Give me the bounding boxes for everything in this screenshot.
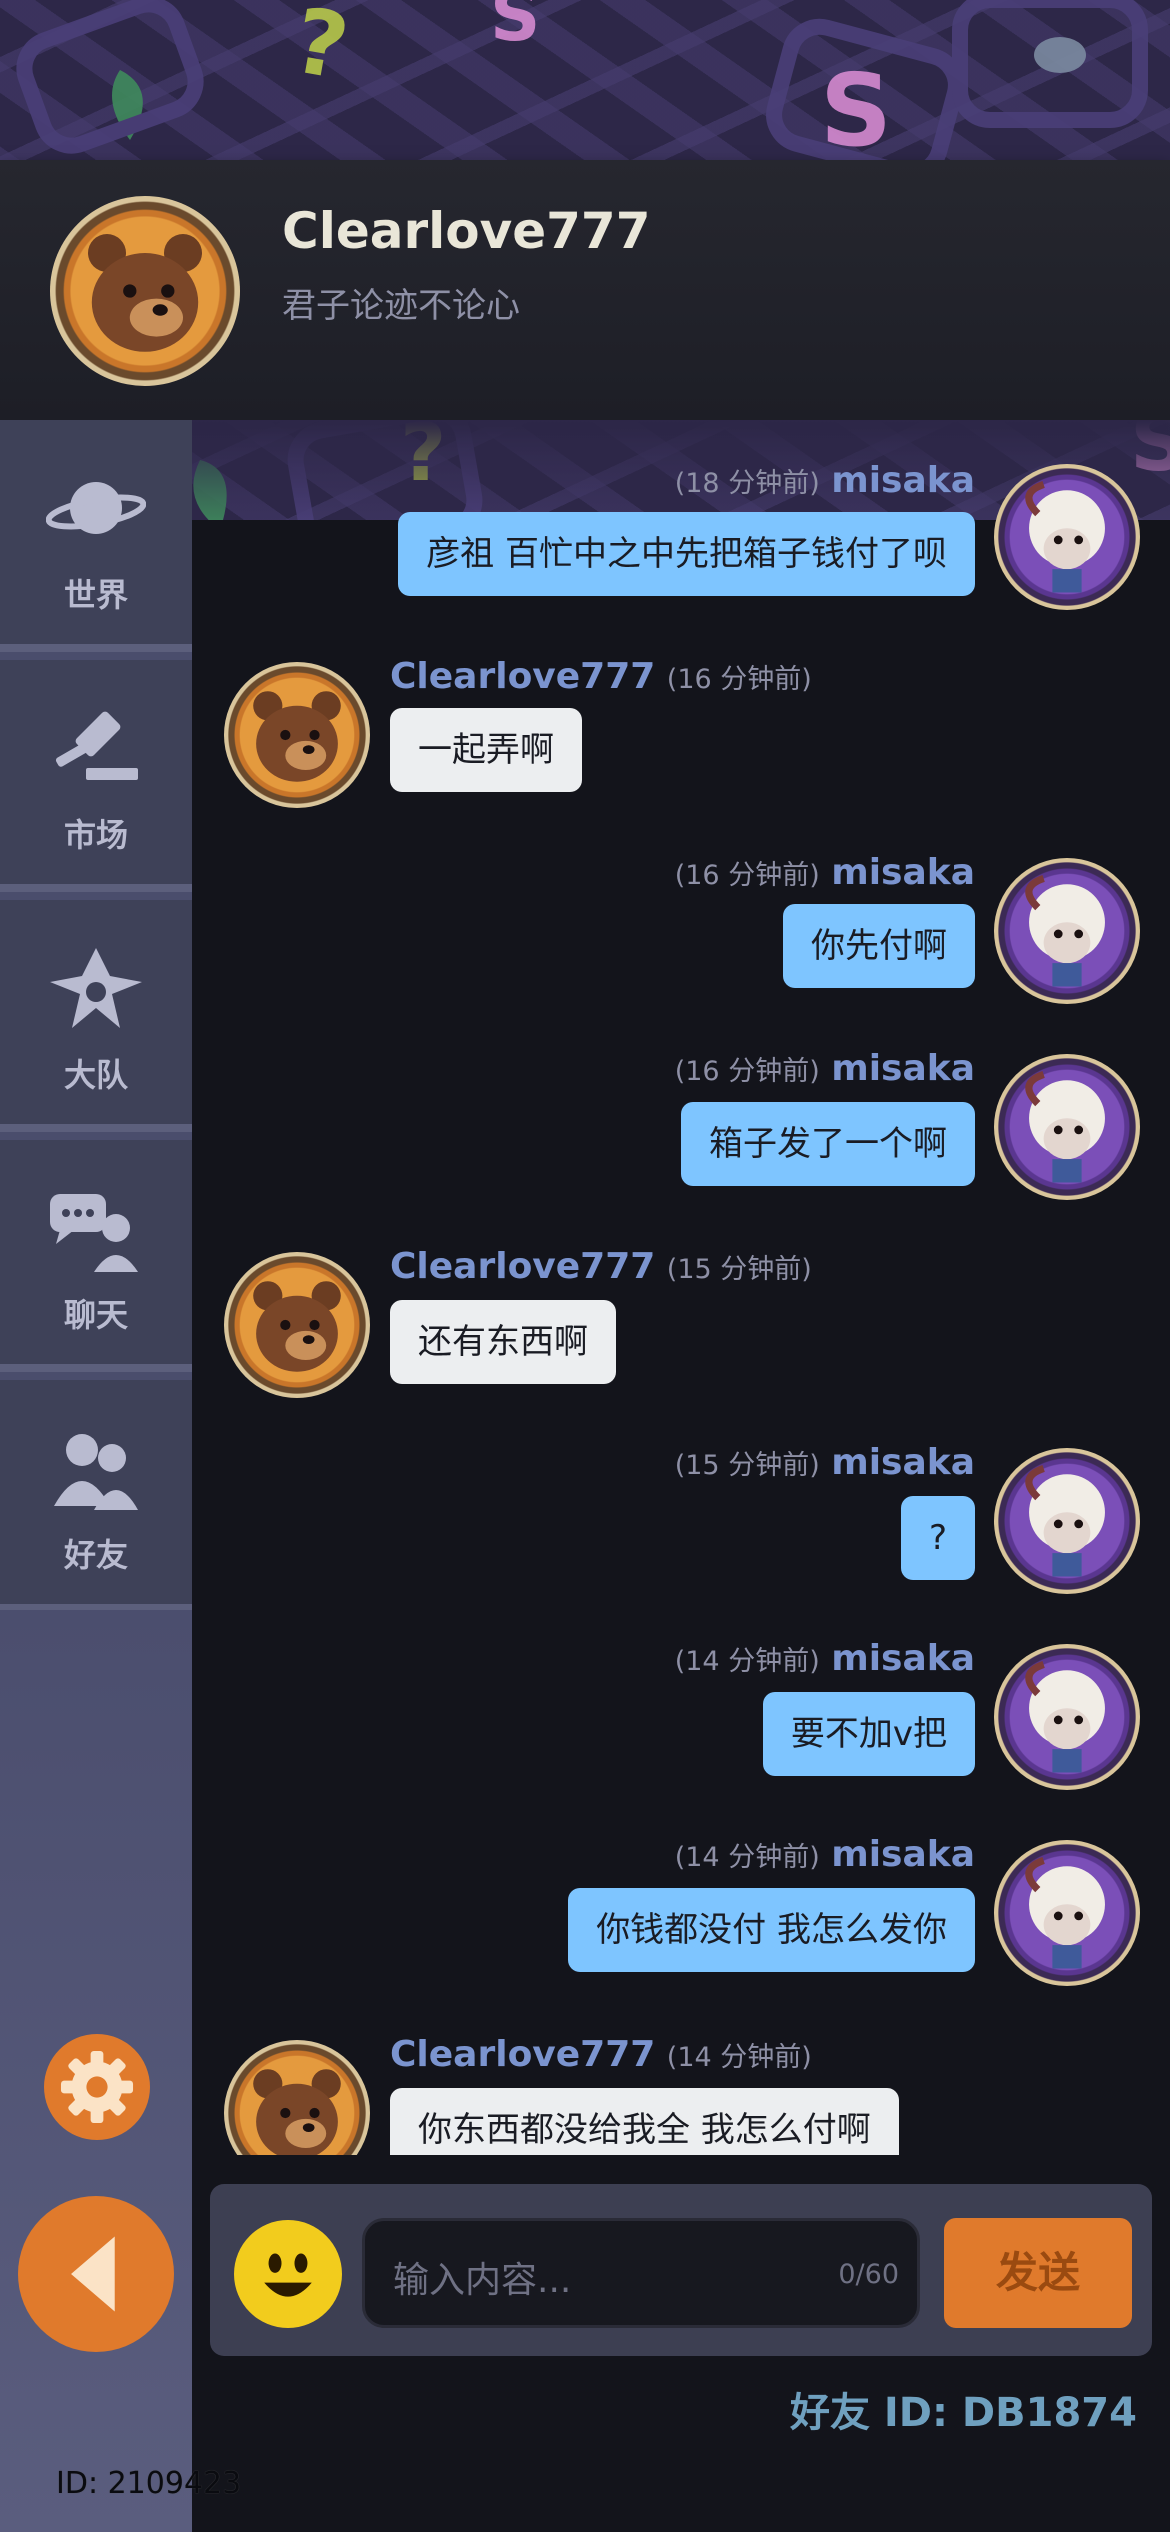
message-sender[interactable]: misaka — [831, 1638, 975, 1679]
svg-text:S: S — [490, 0, 540, 57]
send-button[interactable]: 发送 — [944, 2218, 1132, 2328]
friend-avatar[interactable] — [50, 196, 240, 386]
friend-id-label: 好友 ID: DB1874 — [790, 2390, 1137, 2436]
sidebar-item-friends[interactable]: 好友 — [0, 1380, 192, 1612]
message-sender[interactable]: Clearlove777 — [390, 1246, 655, 1287]
message-bubble[interactable]: 还有东西啊 — [390, 1300, 616, 1384]
bear-icon — [253, 2069, 341, 2155]
smiley-icon — [264, 2253, 312, 2297]
message-meta: (15 分钟前) misaka — [675, 1442, 975, 1483]
bear-icon — [253, 691, 341, 782]
message-time: (16 分钟前) — [674, 1056, 820, 1087]
sidebar-item-guild[interactable]: 大队 — [0, 900, 192, 1132]
my-avatar[interactable] — [994, 464, 1140, 610]
message-list[interactable]: (18 分钟前) misaka 彦祖 百忙中之中先把箱子钱付了呗 Clearlo… — [192, 420, 1170, 2155]
gavel-icon — [55, 711, 138, 780]
sidebar-item-label: 市场 — [63, 816, 128, 854]
user-id-label: ID: 2109423 — [56, 2466, 242, 2501]
back-button[interactable] — [18, 2196, 174, 2352]
sheep-icon — [1025, 874, 1105, 987]
sheep-icon — [1025, 1660, 1105, 1773]
message-sender[interactable]: misaka — [831, 1834, 975, 1875]
sheep-icon — [1025, 480, 1105, 593]
message-input[interactable]: 输入内容... 0/60 — [362, 2218, 920, 2328]
message-meta: (14 分钟前) misaka — [675, 1638, 975, 1679]
message-time: (14 分钟前) — [674, 1646, 820, 1677]
message-meta: Clearlove777 (16 分钟前) — [390, 656, 812, 697]
bear-icon — [253, 1281, 341, 1372]
message-meta: (16 分钟前) misaka — [675, 1048, 975, 1089]
message-meta: (18 分钟前) misaka — [675, 460, 975, 501]
message-meta: Clearlove777 (15 分钟前) — [390, 1246, 812, 1287]
message-sender[interactable]: misaka — [831, 460, 975, 501]
my-avatar[interactable] — [994, 1054, 1140, 1200]
bear-icon — [88, 234, 202, 352]
message-meta: (16 分钟前) misaka — [675, 852, 975, 893]
guild-emblem-icon — [50, 948, 142, 1028]
message-time: (16 分钟前) — [666, 664, 812, 695]
chat-screen: ? S S ? S — [0, 0, 1170, 2532]
friends-icon — [54, 1434, 138, 1510]
message-bubble[interactable]: 箱子发了一个啊 — [681, 1102, 975, 1186]
my-avatar[interactable] — [994, 1448, 1140, 1594]
character-counter: 0/60 — [838, 2259, 899, 2290]
message-bubble[interactable]: 要不加v把 — [762, 1692, 975, 1776]
my-avatar[interactable] — [994, 1644, 1140, 1790]
sidebar-item-label: 好友 — [63, 1536, 128, 1574]
planet-icon — [46, 482, 146, 534]
my-avatar[interactable] — [994, 1840, 1140, 1986]
friend-message-avatar[interactable] — [224, 1252, 370, 1398]
message-time: (14 分钟前) — [666, 2042, 812, 2073]
gear-icon — [60, 2050, 134, 2124]
message-sender[interactable]: misaka — [831, 852, 975, 893]
sheep-icon — [1025, 1070, 1105, 1183]
my-avatar[interactable] — [994, 858, 1140, 1004]
message-bubble[interactable]: ? — [900, 1496, 975, 1580]
message-bubble[interactable]: 一起弄啊 — [390, 708, 582, 792]
message-sender[interactable]: Clearlove777 — [390, 2034, 655, 2075]
friend-name: Clearlove777 — [282, 202, 651, 260]
message-sender[interactable]: misaka — [831, 1048, 975, 1089]
friend-motto: 君子论迹不论心 — [282, 286, 520, 326]
chat-icon — [50, 1194, 138, 1272]
sidebar-item-label: 聊天 — [63, 1296, 128, 1334]
message-bubble[interactable]: 你钱都没付 我怎么发你 — [568, 1888, 975, 1972]
friend-message-avatar[interactable] — [224, 662, 370, 808]
svg-text:?: ? — [286, 0, 356, 101]
emoji-button[interactable] — [234, 2220, 342, 2328]
message-meta: Clearlove777 (14 分钟前) — [390, 2034, 812, 2075]
friend-message-avatar[interactable] — [224, 2040, 370, 2155]
message-time: (16 分钟前) — [674, 860, 820, 891]
message-time: (18 分钟前) — [674, 468, 820, 499]
message-sender[interactable]: Clearlove777 — [390, 656, 655, 697]
back-arrow-icon — [71, 2236, 115, 2312]
message-time: (15 分钟前) — [674, 1450, 820, 1481]
message-sender[interactable]: misaka — [831, 1442, 975, 1483]
sheep-icon — [1025, 1856, 1105, 1969]
message-time: (14 分钟前) — [674, 1842, 820, 1873]
sidebar-item-chat[interactable]: 聊天 — [0, 1140, 192, 1372]
sheep-icon — [1025, 1464, 1105, 1577]
message-bubble[interactable]: 你东西都没给我全 我怎么付啊 — [390, 2088, 899, 2155]
message-input-placeholder: 输入内容... — [393, 2260, 572, 2301]
message-meta: (14 分钟前) misaka — [675, 1834, 975, 1875]
sidebar-item-label: 大队 — [63, 1056, 128, 1094]
chat-header: Clearlove777 君子论迹不论心 — [0, 160, 1170, 420]
message-bubble[interactable]: 彦祖 百忙中之中先把箱子钱付了呗 — [398, 512, 975, 596]
message-time: (15 分钟前) — [666, 1254, 812, 1285]
settings-button[interactable] — [44, 2034, 150, 2140]
sidebar-item-market[interactable]: 市场 — [0, 660, 192, 892]
sidebar-item-world[interactable]: 世界 — [0, 420, 192, 652]
message-bubble[interactable]: 你先付啊 — [783, 904, 975, 988]
sidebar-item-label: 世界 — [63, 576, 128, 614]
